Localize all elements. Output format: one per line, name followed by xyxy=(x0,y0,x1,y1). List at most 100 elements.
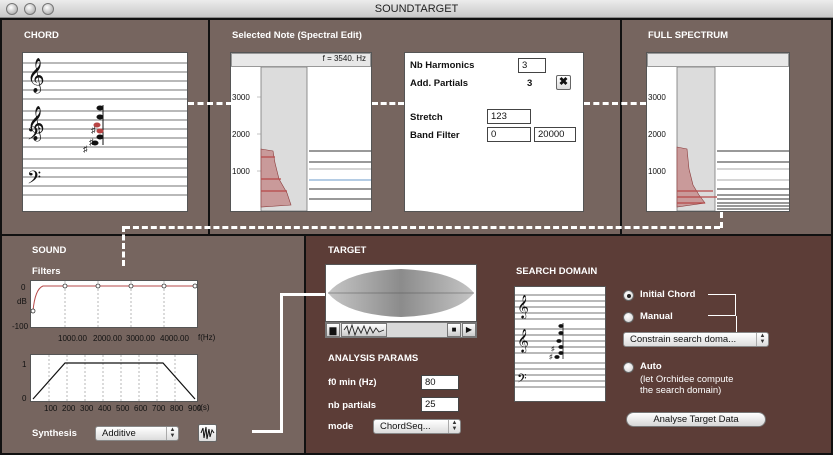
auto-note-line-2: the search domain) xyxy=(640,385,722,396)
auto-description: (let Orchidee compute the search domain) xyxy=(640,374,733,396)
full-ytick-1000: 1000 xyxy=(648,167,666,176)
full-spectrum-title: FULL SPECTRUM xyxy=(648,30,729,41)
synthesis-to-target-line-top xyxy=(280,293,325,296)
full-spectrum-svg xyxy=(676,66,789,212)
auto-radio[interactable] xyxy=(623,362,634,373)
play-icon[interactable]: ▶ xyxy=(462,323,476,337)
filter-xtick-4000: 4000.00 xyxy=(160,334,189,343)
nb-partials-input[interactable]: 25 xyxy=(421,397,459,412)
env-xtick: 500 xyxy=(116,404,130,413)
stop-icon[interactable]: ■ xyxy=(447,323,461,337)
search-domain-title: SEARCH DOMAIN xyxy=(516,266,598,277)
envelope-plot[interactable] xyxy=(30,354,198,402)
mode-label: mode xyxy=(328,421,354,432)
mode-select[interactable]: ChordSeq... ▲ ▼ xyxy=(373,419,461,434)
synthesis-to-target-line-h xyxy=(252,430,282,433)
sound-title: SOUND xyxy=(32,245,67,256)
constrain-search-value: Constrain search doma... xyxy=(630,334,737,345)
svg-text:♯: ♯ xyxy=(83,144,88,154)
auto-note-line-1: (let Orchidee compute xyxy=(640,374,734,385)
manual-radio[interactable] xyxy=(623,312,634,323)
waveform-edit-svg xyxy=(343,323,385,337)
search-domain-score[interactable]: 𝄞 𝄞 𝄢 ♯ ♯ xyxy=(514,286,606,402)
search-domain-staff-svg: 𝄞 𝄞 𝄢 ♯♯ xyxy=(515,294,605,389)
band-filter-low-input[interactable]: 0 xyxy=(487,127,531,142)
stretch-label: Stretch xyxy=(410,112,443,123)
minimize-window-button[interactable] xyxy=(24,3,36,15)
waveform-icon[interactable] xyxy=(198,424,217,442)
note-spectrum-plot xyxy=(231,66,371,212)
close-window-button[interactable] xyxy=(6,3,18,15)
add-partials-value: 3 xyxy=(527,78,533,89)
filters-label: Filters xyxy=(32,266,61,277)
band-filter-high-input[interactable]: 20000 xyxy=(534,127,576,142)
svg-text:𝄢: 𝄢 xyxy=(27,168,41,193)
filter-ytick-minus100: -100 xyxy=(12,322,29,331)
full-ytick-2000: 2000 xyxy=(648,130,666,139)
selected-note-title: Selected Note (Spectral Edit) xyxy=(232,30,362,41)
env-x-unit: t(s) xyxy=(198,403,210,412)
svg-text:𝄞: 𝄞 xyxy=(517,328,529,353)
chord-staff-svg: 𝄞 𝄞 𝄢 𝄢 ♯ ♯ ♯ xyxy=(23,58,187,196)
svg-text:𝄞: 𝄞 xyxy=(27,58,45,94)
svg-text:𝄞: 𝄞 xyxy=(517,294,529,319)
full-ytick-3000: 3000 xyxy=(648,93,666,102)
f0-min-input[interactable]: 80 xyxy=(421,375,459,390)
svg-text:♯: ♯ xyxy=(89,137,94,147)
filter-curve-svg xyxy=(30,281,198,327)
filter-plot[interactable] xyxy=(30,280,198,328)
note-to-edit-connector xyxy=(372,102,404,105)
env-xtick: 600 xyxy=(134,404,148,413)
nb-harmonics-input[interactable]: 3 xyxy=(518,58,546,73)
synthesis-to-target-line-v xyxy=(280,293,283,433)
note-ytick-2000: 2000 xyxy=(232,130,250,139)
filter-x-unit: f(Hz) xyxy=(198,333,216,342)
chord-score[interactable]: 𝄞 𝄞 𝄢 𝄢 ♯ ♯ ♯ xyxy=(22,52,188,212)
full-spectrum-plot xyxy=(647,66,789,212)
env-xtick: 700 xyxy=(152,404,166,413)
select-arrows-icon: ▲ ▼ xyxy=(448,420,460,433)
select-arrows-icon: ▲ ▼ xyxy=(756,333,768,346)
waveform-edit-icon[interactable] xyxy=(341,323,387,337)
filter-xtick-3000: 3000.00 xyxy=(126,334,155,343)
spectrum-drop-connector xyxy=(720,212,723,228)
svg-text:♯: ♯ xyxy=(549,354,553,361)
target-title: TARGET xyxy=(328,245,367,256)
analyse-target-data-button[interactable]: Analyse Target Data xyxy=(626,412,766,427)
stretch-input[interactable]: 123 xyxy=(487,109,531,124)
target-waveform[interactable] xyxy=(325,264,477,322)
chord-title: CHORD xyxy=(24,30,59,41)
manual-label: Manual xyxy=(640,311,673,322)
mode-select-value: ChordSeq... xyxy=(380,421,431,432)
filter-ytick-0: 0 xyxy=(21,283,26,292)
svg-text:♯: ♯ xyxy=(91,125,96,135)
add-partials-close-icon[interactable]: ✖ xyxy=(556,75,571,90)
initial-chord-radio[interactable] xyxy=(623,290,634,301)
constrain-search-select[interactable]: Constrain search doma... ▲ ▼ xyxy=(623,332,769,347)
synthesis-select[interactable]: Additive ▲ ▼ xyxy=(95,426,179,441)
bracket-to-select-line xyxy=(736,316,737,332)
radio-group-bracket xyxy=(708,294,736,316)
synthesis-label: Synthesis xyxy=(32,428,77,439)
svg-text:𝄢: 𝄢 xyxy=(517,371,527,389)
note-ytick-3000: 3000 xyxy=(232,93,250,102)
env-ytick-1: 1 xyxy=(22,360,27,369)
full-spectrum-ruler xyxy=(647,53,789,67)
sound-drop-connector xyxy=(122,226,125,266)
folder-icon[interactable]: ▆ xyxy=(326,323,340,337)
target-waveform-svg xyxy=(328,269,474,317)
env-xtick: 100 xyxy=(44,404,58,413)
auto-label: Auto xyxy=(640,361,662,372)
env-xtick: 400 xyxy=(98,404,112,413)
note-ytick-1000: 1000 xyxy=(232,167,250,176)
nb-partials-label: nb partials xyxy=(328,400,377,411)
spectrum-to-sound-connector xyxy=(124,226,720,229)
waveform-icon-svg xyxy=(200,426,215,440)
edit-to-spectrum-connector xyxy=(584,102,646,105)
nb-harmonics-label: Nb Harmonics xyxy=(410,60,475,71)
zoom-window-button[interactable] xyxy=(42,3,54,15)
note-spectrum-svg xyxy=(257,66,371,212)
svg-text:♯: ♯ xyxy=(551,346,555,353)
env-xtick: 800 xyxy=(170,404,184,413)
env-ytick-0: 0 xyxy=(22,394,27,403)
